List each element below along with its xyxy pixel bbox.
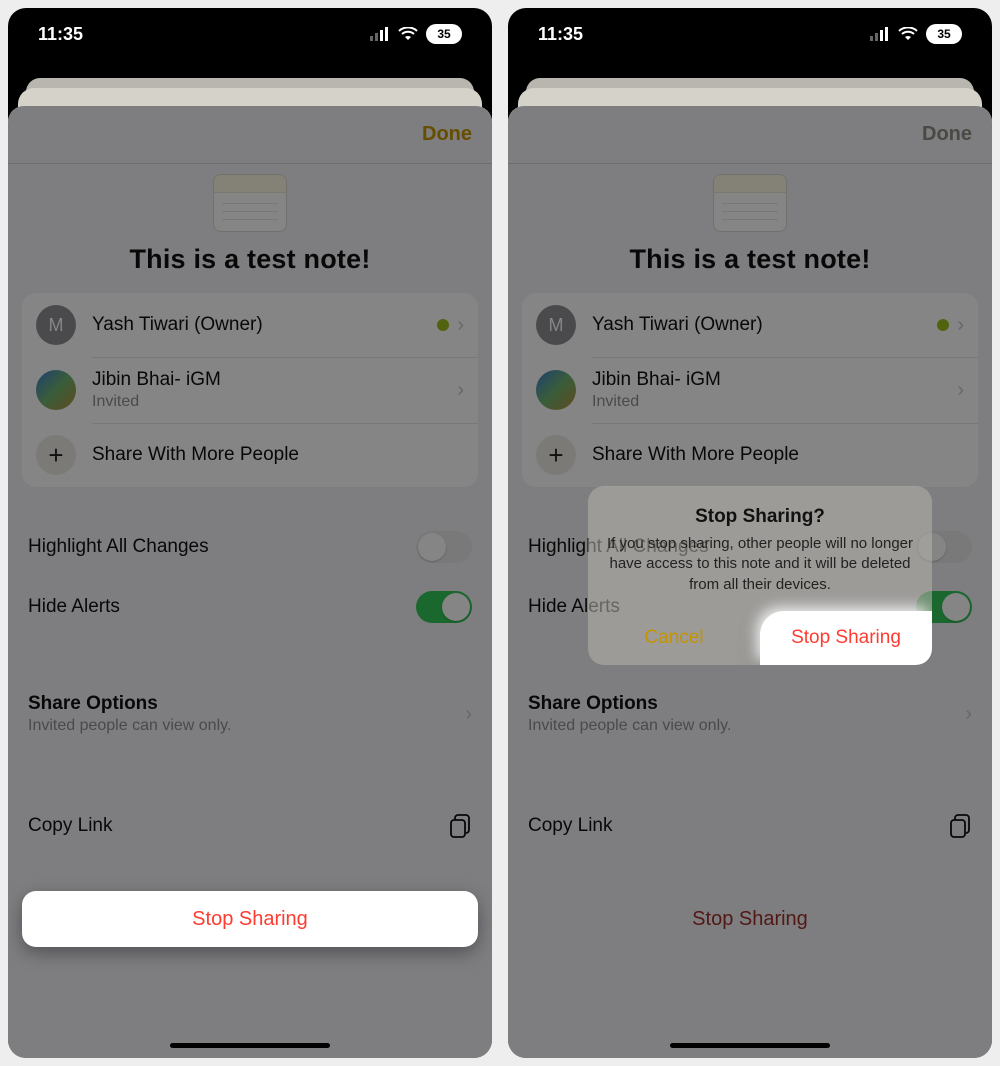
status-icons: 35 — [870, 24, 962, 44]
participants-card: M Yash Tiwari (Owner) › Jibin Bhai- iGM … — [522, 293, 978, 487]
status-bar: 11:35 35 — [8, 8, 492, 60]
highlight-changes-row: Highlight All Changes — [22, 517, 478, 577]
setting-label: Highlight All Changes — [28, 536, 209, 558]
note-thumbnail-icon — [713, 174, 787, 232]
battery-indicator: 35 — [426, 24, 462, 44]
home-indicator — [670, 1043, 830, 1048]
copy-link-label: Copy Link — [528, 815, 613, 837]
chevron-right-icon: › — [957, 314, 964, 337]
screen-left: 11:35 35 Done This is a test note! — [8, 8, 492, 1058]
share-options-title: Share Options — [528, 693, 731, 715]
share-options-row[interactable]: Share Options Invited people can view on… — [522, 677, 978, 751]
add-people-label: Share With More People — [592, 444, 964, 466]
online-dot-icon — [437, 319, 449, 331]
note-title: This is a test note! — [8, 244, 492, 275]
hide-alerts-row: Hide Alerts — [22, 577, 478, 637]
alert-message: If you stop sharing, other people will n… — [606, 534, 914, 595]
plus-icon: + — [536, 435, 576, 475]
online-dot-icon — [937, 319, 949, 331]
done-button[interactable]: Done — [422, 123, 472, 146]
stop-sharing-alert: Stop Sharing? If you stop sharing, other… — [588, 486, 932, 665]
chevron-right-icon: › — [957, 379, 964, 402]
participant-invitee-row[interactable]: Jibin Bhai- iGM Invited › — [22, 357, 478, 423]
avatar — [536, 370, 576, 410]
note-title: This is a test note! — [508, 244, 992, 275]
participant-status: Invited — [592, 393, 957, 411]
status-bar: 11:35 35 — [508, 8, 992, 60]
chevron-right-icon: › — [457, 379, 464, 402]
copy-icon — [448, 813, 472, 839]
share-sheet: Done This is a test note! M Yash Tiwari … — [8, 106, 492, 1058]
participant-owner-row[interactable]: M Yash Tiwari (Owner) › — [22, 293, 478, 357]
stop-sharing-label: Stop Sharing — [692, 908, 808, 931]
plus-icon: + — [36, 435, 76, 475]
stop-sharing-label: Stop Sharing — [192, 908, 308, 931]
copy-link-label: Copy Link — [28, 815, 113, 837]
add-people-row[interactable]: + Share With More People — [22, 423, 478, 487]
share-options-subtitle: Invited people can view only. — [28, 717, 231, 735]
participant-name: Yash Tiwari (Owner) — [592, 314, 937, 336]
add-people-label: Share With More People — [92, 444, 464, 466]
settings-section: Highlight All Changes Hide Alerts — [22, 517, 478, 637]
alert-cancel-label: Cancel — [644, 627, 703, 649]
stop-sharing-button[interactable]: Stop Sharing — [22, 891, 478, 947]
participant-owner-row[interactable]: M Yash Tiwari (Owner) › — [522, 293, 978, 357]
participant-name: Yash Tiwari (Owner) — [92, 314, 437, 336]
add-people-row[interactable]: + Share With More People — [522, 423, 978, 487]
avatar — [36, 370, 76, 410]
alert-title: Stop Sharing? — [606, 506, 914, 528]
screen-right: 11:35 35 Done This is a test note! — [508, 8, 992, 1058]
participant-invitee-row[interactable]: Jibin Bhai- iGM Invited › — [522, 357, 978, 423]
chevron-right-icon: › — [465, 703, 472, 726]
participant-name: Jibin Bhai- iGM — [92, 369, 457, 391]
wifi-icon — [898, 27, 918, 41]
hide-alerts-toggle[interactable] — [416, 591, 472, 623]
clock: 11:35 — [38, 24, 83, 45]
copy-link-row[interactable]: Copy Link — [22, 791, 478, 861]
alert-confirm-button[interactable]: Stop Sharing — [760, 611, 932, 665]
participant-status: Invited — [92, 393, 457, 411]
chevron-right-icon: › — [965, 703, 972, 726]
avatar: M — [536, 305, 576, 345]
sheet-header: Done — [508, 106, 992, 164]
share-sheet: Done This is a test note! M Yash Tiwari … — [508, 106, 992, 1058]
done-button[interactable]: Done — [922, 123, 972, 146]
screenshot-pair: 11:35 35 Done This is a test note! — [0, 0, 1000, 1066]
share-options-subtitle: Invited people can view only. — [528, 717, 731, 735]
note-thumbnail-icon — [213, 174, 287, 232]
avatar: M — [36, 305, 76, 345]
chevron-right-icon: › — [457, 314, 464, 337]
participants-card: M Yash Tiwari (Owner) › Jibin Bhai- iGM … — [22, 293, 478, 487]
cellular-signal-icon — [870, 27, 890, 41]
battery-indicator: 35 — [926, 24, 962, 44]
copy-icon — [948, 813, 972, 839]
alert-cancel-button[interactable]: Cancel — [588, 611, 760, 665]
stop-sharing-button[interactable]: Stop Sharing — [522, 891, 978, 947]
status-icons: 35 — [370, 24, 462, 44]
participant-name: Jibin Bhai- iGM — [592, 369, 957, 391]
highlight-changes-toggle[interactable] — [416, 531, 472, 563]
clock: 11:35 — [538, 24, 583, 45]
alert-confirm-label: Stop Sharing — [791, 627, 901, 649]
home-indicator — [170, 1043, 330, 1048]
sheet-header: Done — [8, 106, 492, 164]
share-options-row[interactable]: Share Options Invited people can view on… — [22, 677, 478, 751]
cellular-signal-icon — [370, 27, 390, 41]
setting-label: Hide Alerts — [28, 596, 120, 618]
wifi-icon — [398, 27, 418, 41]
share-options-title: Share Options — [28, 693, 231, 715]
copy-link-row[interactable]: Copy Link — [522, 791, 978, 861]
